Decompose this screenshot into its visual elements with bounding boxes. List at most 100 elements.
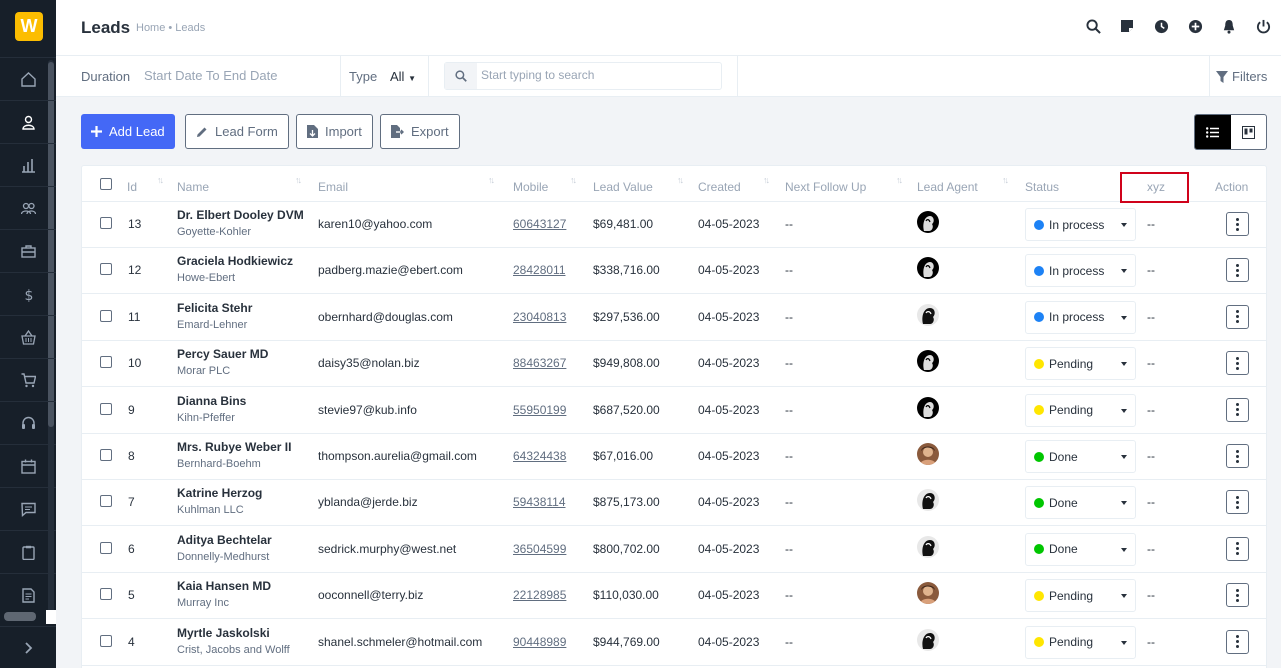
sidebar-item-calendar[interactable] (0, 444, 56, 487)
duration-date-range[interactable]: Start Date To End Date (144, 68, 277, 83)
row-action-menu-button[interactable] (1226, 258, 1249, 283)
lead-agent-avatar[interactable] (917, 582, 939, 605)
export-button[interactable]: Export (380, 114, 460, 149)
row-action-menu-button[interactable] (1226, 490, 1249, 515)
power-icon[interactable] (1255, 18, 1271, 34)
column-header-mobile[interactable]: Mobile (513, 180, 548, 194)
lead-agent-avatar[interactable] (917, 628, 939, 651)
column-header-status[interactable]: Status (1025, 180, 1059, 194)
lead-mobile-link[interactable]: 55950199 (513, 403, 566, 417)
type-select[interactable]: All ▼ (390, 69, 416, 84)
filters-button[interactable]: Filters (1216, 69, 1267, 84)
column-header-email[interactable]: Email (318, 180, 348, 194)
lead-mobile-link[interactable]: 60643127 (513, 217, 566, 231)
column-header-name[interactable]: Name (177, 180, 209, 194)
sort-icon[interactable]: ↑↓ (763, 175, 770, 185)
row-action-menu-button[interactable] (1226, 629, 1249, 654)
sidebar-item-headset[interactable] (0, 401, 56, 444)
lead-agent-avatar[interactable] (917, 257, 939, 280)
lead-form-button[interactable]: Lead Form (185, 114, 289, 149)
row-checkbox[interactable] (100, 449, 112, 461)
sort-icon[interactable]: ↑↓ (157, 175, 164, 185)
lead-agent-avatar[interactable] (917, 396, 939, 419)
table-row[interactable]: 9 Dianna Bins Kihn-Pfeffer stevie97@kub.inf… (82, 388, 1266, 434)
plus-circle-icon[interactable] (1187, 18, 1203, 34)
lead-mobile-link[interactable]: 36504599 (513, 542, 566, 556)
app-logo[interactable]: W (15, 12, 43, 41)
lead-mobile-link[interactable]: 90448989 (513, 635, 566, 649)
row-checkbox[interactable] (100, 541, 112, 554)
sort-icon[interactable]: ↑↓ (896, 175, 903, 185)
column-header-lead-value[interactable]: Lead Value (593, 180, 653, 194)
lead-mobile-link[interactable]: 23040813 (513, 310, 566, 324)
row-checkbox[interactable] (100, 263, 112, 276)
column-header-lead-agent[interactable]: Lead Agent (917, 180, 978, 194)
lead-name[interactable]: Felicita Stehr (177, 301, 252, 315)
lead-name[interactable]: Graciela Hodkiewicz (177, 254, 293, 268)
clock-icon[interactable] (1153, 18, 1169, 34)
column-header-created[interactable]: Created (698, 180, 741, 194)
status-select[interactable]: In process (1025, 300, 1136, 334)
lead-mobile-link[interactable]: 88463267 (513, 356, 566, 370)
table-row[interactable]: 7 Katrine Herzog Kuhlman LLC yblanda@jerde.… (82, 480, 1266, 527)
sidebar-item-user[interactable] (0, 100, 56, 143)
sidebar-item-cart[interactable] (0, 358, 56, 401)
sidebar-item-dollar[interactable]: $ (0, 272, 56, 315)
row-checkbox[interactable] (100, 217, 112, 229)
lead-name[interactable]: Katrine Herzog (177, 486, 262, 500)
row-action-menu-button[interactable] (1226, 583, 1249, 608)
lead-mobile-link[interactable]: 22128985 (513, 588, 566, 602)
sort-icon[interactable]: ↑↓ (1002, 175, 1009, 185)
row-checkbox[interactable] (100, 402, 112, 415)
lead-name[interactable]: Aditya Bechtelar (177, 533, 272, 547)
row-action-menu-button[interactable] (1226, 212, 1249, 236)
sidebar-expand-button[interactable] (0, 626, 56, 668)
sidebar-item-briefcase[interactable] (0, 229, 56, 272)
table-row[interactable]: 13 Dr. Elbert Dooley DVM Goyette-Kohler kar… (82, 202, 1266, 248)
sort-icon[interactable]: ↑↓ (295, 175, 302, 185)
lead-mobile-link[interactable]: 64324438 (513, 449, 566, 463)
status-select[interactable]: Done (1025, 486, 1136, 520)
lead-name[interactable]: Dr. Elbert Dooley DVM (177, 208, 304, 222)
lead-agent-avatar[interactable] (917, 535, 939, 558)
bell-icon[interactable] (1221, 18, 1237, 34)
table-row[interactable]: 8 Mrs. Rubye Weber II Bernhard-Boehm thomps… (82, 434, 1266, 480)
kanban-view-button[interactable] (1231, 115, 1267, 149)
sort-icon[interactable]: ↑↓ (488, 175, 495, 185)
row-checkbox[interactable] (100, 634, 112, 647)
lead-agent-avatar[interactable] (917, 350, 939, 373)
column-header-next-follow-up[interactable]: Next Follow Up (785, 180, 866, 194)
status-select[interactable]: Pending (1025, 625, 1136, 659)
status-select[interactable]: In process (1025, 254, 1136, 288)
horizontal-scrollbar[interactable] (4, 612, 36, 621)
row-checkbox[interactable] (100, 495, 112, 508)
status-select[interactable]: In process (1025, 208, 1136, 241)
row-checkbox[interactable] (100, 356, 112, 369)
lead-name[interactable]: Kaia Hansen MD (177, 579, 271, 593)
column-header-id[interactable]: Id (127, 180, 137, 194)
row-checkbox[interactable] (100, 309, 112, 322)
sidebar-item-users[interactable] (0, 186, 56, 229)
row-action-menu-button[interactable] (1226, 397, 1249, 422)
lead-agent-avatar[interactable] (917, 489, 939, 512)
select-all-checkbox[interactable] (100, 178, 112, 190)
sticky-note-icon[interactable] (1119, 18, 1135, 34)
lead-mobile-link[interactable]: 28428011 (513, 263, 566, 277)
lead-name[interactable]: Mrs. Rubye Weber II (177, 440, 291, 454)
lead-mobile-link[interactable]: 59438114 (513, 495, 566, 509)
status-select[interactable]: Pending (1025, 393, 1136, 427)
sidebar-item-home[interactable] (0, 57, 56, 100)
table-row[interactable]: 11 Felicita Stehr Emard-Lehner obernhard@do… (82, 295, 1266, 341)
add-lead-button[interactable]: Add Lead (81, 114, 175, 149)
list-view-button[interactable] (1195, 115, 1231, 149)
lead-agent-avatar[interactable] (917, 443, 939, 465)
row-action-menu-button[interactable] (1226, 351, 1249, 376)
table-row[interactable]: 4 Myrtle Jaskolski Crist, Jacobs and Wolff… (82, 620, 1266, 666)
row-action-menu-button[interactable] (1226, 536, 1249, 561)
sidebar-item-clipboard[interactable] (0, 530, 56, 573)
lead-name[interactable]: Percy Sauer MD (177, 347, 268, 361)
search-icon[interactable] (1085, 18, 1101, 34)
lead-agent-avatar[interactable] (917, 211, 939, 233)
lead-agent-avatar[interactable] (917, 303, 939, 326)
sort-icon[interactable]: ↑↓ (570, 175, 577, 185)
